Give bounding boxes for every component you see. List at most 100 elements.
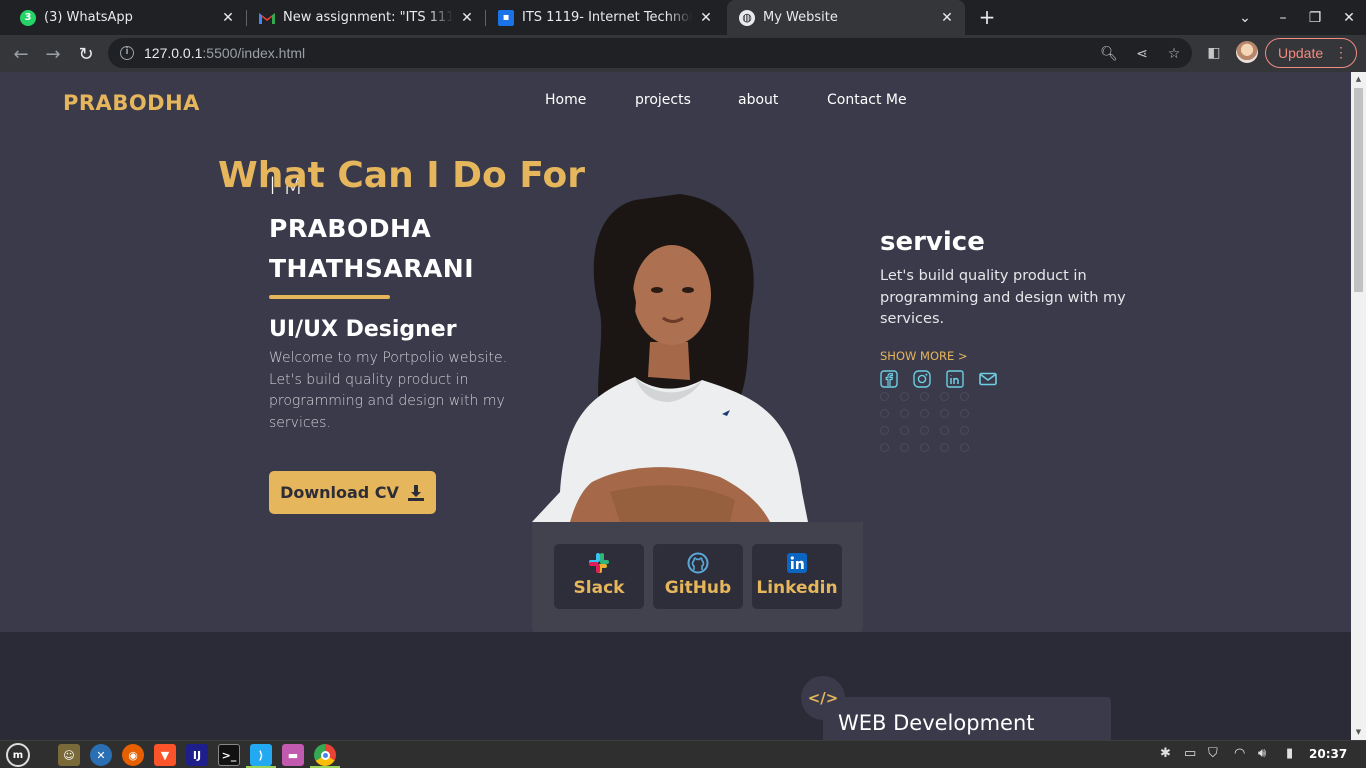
card-title: WEB Development bbox=[838, 711, 1035, 735]
wifi-icon[interactable]: ◠ bbox=[1234, 746, 1245, 761]
decorative-dot bbox=[920, 443, 929, 452]
tab-title: (3) WhatsApp bbox=[44, 10, 133, 25]
linkedin-button[interactable]: Linkedin bbox=[752, 544, 842, 609]
nav-projects[interactable]: projects bbox=[635, 92, 691, 108]
show-more-link[interactable]: SHOW MORE > bbox=[880, 349, 968, 363]
decorative-dot bbox=[900, 392, 909, 401]
globe-icon: ◍ bbox=[739, 9, 755, 26]
slack-button[interactable]: Slack bbox=[554, 544, 644, 609]
decorative-dot bbox=[960, 409, 969, 418]
decorative-dot bbox=[920, 392, 929, 401]
download-icon bbox=[407, 484, 424, 501]
nav-about[interactable]: about bbox=[738, 92, 778, 108]
close-icon[interactable]: ✕ bbox=[220, 10, 236, 26]
scrollbar-thumb[interactable] bbox=[1354, 88, 1363, 292]
classroom-icon: ▪ bbox=[498, 9, 514, 26]
chrome-icon[interactable] bbox=[314, 744, 336, 766]
browser-toolbar: ← → ↻ i 127.0.0.1:5500/index.html 🔍︎ ⋖ ☆… bbox=[0, 35, 1366, 72]
decorative-dot-grid bbox=[880, 392, 975, 456]
os-taskbar: m ☺ ✕ ◉ ▼ IJ >_ ⟩ ▬ ✱ ▭ ⛉ ◠ 🔊︎ ▮ 20:37 bbox=[0, 740, 1366, 768]
github-button[interactable]: GitHub bbox=[653, 544, 743, 609]
download-cv-button[interactable]: Download CV bbox=[269, 471, 436, 514]
clipboard-icon[interactable]: ▭ bbox=[1184, 746, 1196, 761]
slack-icon bbox=[589, 553, 609, 573]
scroll-up-icon[interactable]: ▲ bbox=[1354, 75, 1363, 83]
tab-title: ITS 1119- Internet Technologies bbox=[522, 10, 692, 25]
mail-icon[interactable] bbox=[979, 370, 997, 388]
clock[interactable]: 20:37 bbox=[1309, 747, 1347, 761]
hero-divider bbox=[269, 295, 390, 299]
shield-icon[interactable]: ⛉ bbox=[1208, 746, 1218, 761]
decorative-dot bbox=[940, 392, 949, 401]
service-description: Let's build quality product in programmi… bbox=[880, 268, 1126, 327]
services-heading: What Can I Do For bbox=[218, 155, 585, 196]
new-tab-button[interactable]: + bbox=[976, 6, 998, 28]
side-panel-icon[interactable]: ◧ bbox=[1205, 44, 1223, 62]
profile-photo bbox=[532, 194, 808, 522]
close-icon[interactable]: ✕ bbox=[939, 10, 955, 26]
nav-home[interactable]: Home bbox=[545, 92, 586, 108]
hero-role: UI/UX Designer bbox=[269, 317, 457, 342]
decorative-dot bbox=[880, 426, 889, 435]
whatsapp-icon: 3 bbox=[20, 9, 36, 26]
linkedin-icon bbox=[787, 553, 807, 573]
folder-icon[interactable]: ▬ bbox=[282, 744, 304, 766]
gmail-icon bbox=[259, 10, 275, 26]
bookmark-star-icon[interactable]: ☆ bbox=[1165, 45, 1183, 63]
decorative-dot bbox=[920, 426, 929, 435]
close-icon[interactable]: ✕ bbox=[459, 10, 475, 26]
battery-icon[interactable]: ▮ bbox=[1286, 746, 1293, 761]
hero-name-line2: THATHSARANI bbox=[269, 254, 475, 283]
tab-search-icon[interactable]: ⌄ bbox=[1229, 0, 1261, 35]
volume-icon[interactable]: 🔊︎ bbox=[1258, 746, 1266, 761]
close-icon[interactable]: ✕ bbox=[698, 10, 714, 26]
forward-button[interactable]: → bbox=[40, 41, 66, 67]
site-logo[interactable]: PRABODHA bbox=[63, 91, 200, 115]
instagram-icon[interactable] bbox=[913, 370, 931, 388]
linkedin-outline-icon[interactable] bbox=[946, 370, 964, 388]
hero-name: PRABODHA THATHSARANI bbox=[269, 209, 474, 289]
scroll-down-icon[interactable]: ▼ bbox=[1354, 728, 1363, 736]
vpn-icon[interactable]: ✕ bbox=[90, 744, 112, 766]
decorative-dot bbox=[960, 392, 969, 401]
tab-my-website[interactable]: ◍ My Website ✕ bbox=[727, 0, 965, 35]
decorative-dot bbox=[900, 443, 909, 452]
tab-whatsapp[interactable]: 3 (3) WhatsApp ✕ bbox=[8, 0, 246, 35]
start-menu-icon[interactable]: m bbox=[6, 743, 30, 767]
firefox-icon[interactable]: ◉ bbox=[122, 744, 144, 766]
minimize-button[interactable]: – bbox=[1267, 0, 1299, 35]
maximize-button[interactable]: ❐ bbox=[1299, 0, 1331, 35]
profile-avatar[interactable] bbox=[1236, 41, 1258, 63]
update-button[interactable]: Update ⋮ bbox=[1265, 38, 1357, 68]
vscode-icon[interactable]: ⟩ bbox=[250, 744, 272, 766]
bluetooth-icon[interactable]: ✱ bbox=[1160, 746, 1171, 761]
menu-dots-icon[interactable]: ⋮ bbox=[1334, 44, 1348, 61]
tab-classroom[interactable]: ▪ ITS 1119- Internet Technologies ✕ bbox=[486, 0, 724, 35]
facebook-icon[interactable] bbox=[880, 370, 898, 388]
share-icon[interactable]: ⋖ bbox=[1133, 45, 1151, 63]
page-scrollbar[interactable]: ▲ ▼ bbox=[1351, 72, 1366, 740]
service-title: service bbox=[880, 227, 985, 257]
decorative-dot bbox=[940, 443, 949, 452]
intellij-icon[interactable]: IJ bbox=[186, 744, 208, 766]
tab-gmail[interactable]: New assignment: "ITS 1119- Inter ✕ bbox=[247, 0, 485, 35]
terminal-icon[interactable]: >_ bbox=[218, 744, 240, 766]
hero-name-line1: PRABODHA bbox=[269, 214, 432, 243]
decorative-dot bbox=[960, 426, 969, 435]
decorative-dot bbox=[880, 392, 889, 401]
window-close-button[interactable]: ✕ bbox=[1333, 0, 1365, 35]
nav-contact[interactable]: Contact Me bbox=[827, 92, 907, 108]
back-button[interactable]: ← bbox=[8, 41, 34, 67]
social-card: Slack GitHub Linkedin bbox=[532, 522, 863, 632]
github-label: GitHub bbox=[664, 578, 732, 598]
web-development-card[interactable]: WEB Development bbox=[823, 697, 1111, 740]
address-bar[interactable]: i 127.0.0.1:5500/index.html 🔍︎ ⋖ ☆ bbox=[108, 38, 1192, 68]
brave-icon[interactable]: ▼ bbox=[154, 744, 176, 766]
decorative-dot bbox=[880, 409, 889, 418]
file-manager-icon[interactable]: ☺ bbox=[58, 744, 80, 766]
zoom-icon[interactable]: 🔍︎ bbox=[1100, 45, 1118, 63]
reload-button[interactable]: ↻ bbox=[73, 41, 99, 67]
decorative-dot bbox=[880, 443, 889, 452]
decorative-dot bbox=[900, 426, 909, 435]
site-info-icon[interactable]: i bbox=[120, 46, 134, 60]
